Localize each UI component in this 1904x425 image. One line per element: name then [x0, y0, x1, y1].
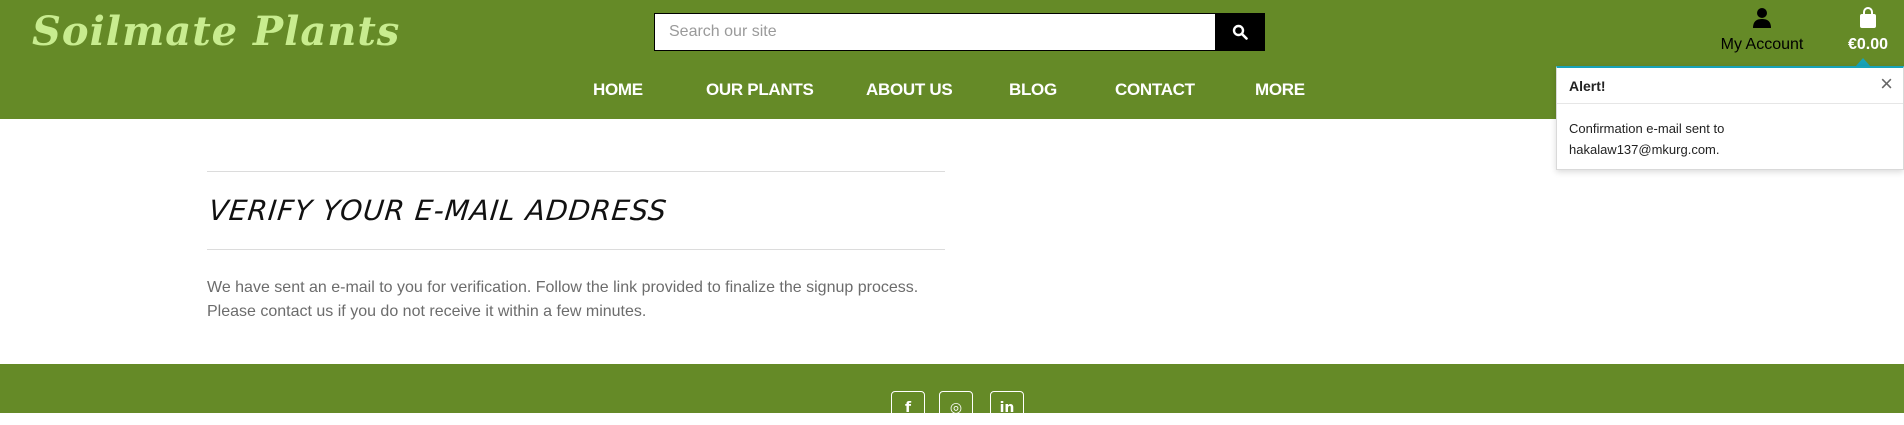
alert-message-line: Confirmation e-mail sent to [1569, 121, 1725, 136]
nav-blog[interactable]: BLOG [1009, 80, 1057, 100]
nav-about-us[interactable]: ABOUT US [866, 80, 953, 100]
user-icon [1753, 8, 1771, 28]
contact-line: Please contact us if you do not receive … [207, 303, 647, 320]
divider [207, 249, 945, 250]
close-icon[interactable]: × [1880, 72, 1893, 96]
nav-more[interactable]: MORE [1255, 80, 1305, 100]
instagram-icon: ◎ [949, 400, 963, 416]
shopping-bag-icon [1860, 7, 1876, 28]
nav-our-plants[interactable]: OUR PLANTS [706, 80, 814, 100]
search-form [654, 13, 1265, 51]
verification-message: We have sent an e-mail to you for verifi… [207, 276, 945, 324]
bag-total: €0.00 [1847, 36, 1889, 53]
alert-header: Alert! × [1557, 68, 1903, 104]
linkedin-link[interactable]: in [990, 391, 1024, 425]
page-title: VERIFY YOUR E-MAIL ADDRESS [207, 194, 669, 227]
alert-title: Alert! [1569, 78, 1606, 94]
verify-email-section: VERIFY YOUR E-MAIL ADDRESS We have sent … [207, 171, 945, 324]
my-account-link[interactable]: My Account [1712, 7, 1812, 54]
search-icon [1232, 24, 1248, 40]
my-account-label: My Account [1720, 36, 1804, 53]
shopping-bag-link[interactable]: €0.00 [1842, 7, 1894, 54]
nav-contact[interactable]: CONTACT [1115, 80, 1195, 100]
instagram-link[interactable]: ◎ [939, 391, 973, 425]
nav-home[interactable]: HOME [593, 80, 643, 100]
alert-email: hakalaw137@mkurg.com. [1569, 142, 1720, 157]
verification-line: We have sent an e-mail to you for verifi… [207, 279, 919, 296]
site-footer: f ◎ in [0, 364, 1904, 425]
facebook-link[interactable]: f [891, 391, 925, 425]
facebook-icon: f [904, 400, 912, 416]
linkedin-icon: in [999, 400, 1015, 416]
alert-toast: Alert! × Confirmation e-mail sent to hak… [1556, 66, 1904, 170]
site-logo[interactable]: Soilmate Plants [32, 8, 400, 55]
search-button[interactable] [1215, 13, 1265, 51]
alert-message: Confirmation e-mail sent to hakalaw137@m… [1557, 104, 1903, 160]
divider [207, 171, 945, 172]
search-input[interactable] [654, 13, 1233, 51]
